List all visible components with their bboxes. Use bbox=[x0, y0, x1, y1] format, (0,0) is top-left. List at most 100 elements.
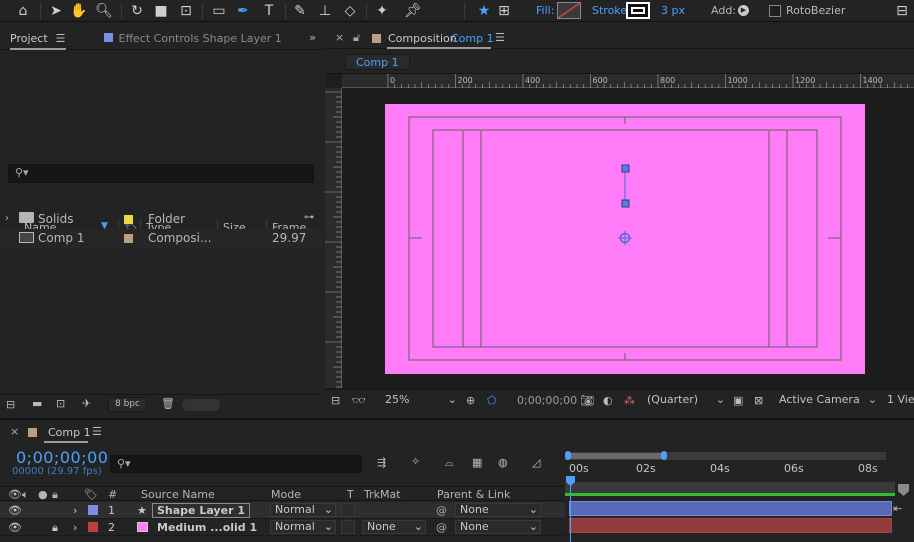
camera-dropdown[interactable]: Active Camera ⌄ bbox=[775, 393, 879, 409]
motion-blur-icon[interactable]: ◍ bbox=[498, 456, 508, 469]
time-navigator[interactable] bbox=[567, 453, 663, 459]
expand-arrow-icon[interactable]: › bbox=[73, 504, 77, 517]
stroke-swatch[interactable] bbox=[626, 2, 650, 19]
path-vertex[interactable] bbox=[621, 199, 630, 208]
timeline-search-input[interactable]: ⚲▾ bbox=[110, 455, 362, 473]
layer-bar-medium-solid-1[interactable] bbox=[569, 518, 892, 533]
comp-mini-flowchart-icon[interactable]: ⇶ bbox=[377, 456, 386, 469]
current-time-display[interactable]: 0;00;00;00 bbox=[517, 394, 577, 407]
frame-blending-icon[interactable]: ▦ bbox=[472, 456, 482, 469]
navigator-end-handle[interactable] bbox=[661, 451, 667, 460]
layer-label-swatch[interactable] bbox=[88, 522, 98, 532]
preserve-transparency-box[interactable] bbox=[341, 520, 355, 534]
label-column-icon[interactable]: 🏷︎ bbox=[84, 488, 98, 501]
trash-icon[interactable]: 🗑︎ bbox=[161, 397, 175, 410]
zoom-dropdown[interactable]: 25% ⌄ bbox=[381, 393, 459, 409]
rectangle-tool-icon[interactable]: ▭ bbox=[209, 1, 229, 21]
project-item-solids[interactable]: › Solids Folder ⊶ bbox=[0, 210, 322, 229]
graph-editor-icon[interactable]: ◿ bbox=[532, 456, 540, 469]
home-icon[interactable]: ⌂ bbox=[13, 1, 33, 21]
hand-tool-icon[interactable]: ✋ bbox=[69, 1, 89, 21]
selection-tool-icon[interactable]: ➤ bbox=[46, 1, 66, 21]
tab-effect-controls[interactable]: Effect Controls Shape Layer 1 bbox=[103, 32, 282, 45]
puppet-tool-icon[interactable]: 📌︎ bbox=[403, 1, 423, 21]
composition-viewport[interactable] bbox=[342, 88, 914, 388]
panel-menu-icon[interactable]: ☰ bbox=[56, 32, 66, 45]
timeline-tab[interactable]: Comp 1 bbox=[48, 426, 91, 439]
flowchart-icon[interactable]: ⊶ bbox=[304, 212, 314, 223]
camera-tool-icon[interactable]: ■ bbox=[151, 1, 171, 21]
parent-dropdown[interactable]: None ⌄ bbox=[455, 520, 541, 534]
vr-icon[interactable]: 👓︎ bbox=[352, 394, 366, 407]
new-composition-icon[interactable]: ⊡ bbox=[56, 397, 65, 410]
thumbnail-slider[interactable] bbox=[182, 399, 220, 411]
expand-arrow-icon[interactable]: › bbox=[5, 213, 9, 224]
blend-mode-dropdown[interactable]: Normal ⌄ bbox=[270, 520, 336, 534]
navigator-start-handle[interactable] bbox=[565, 451, 571, 460]
label-swatch[interactable] bbox=[124, 215, 133, 224]
layer-end-icon[interactable]: ⇤ bbox=[893, 502, 902, 515]
path-vertex[interactable] bbox=[621, 164, 630, 173]
star-icon[interactable]: ★ bbox=[474, 1, 494, 21]
column-parent[interactable]: Parent & Link bbox=[437, 488, 510, 501]
transparency-grid-icon[interactable]: ⊠ bbox=[754, 394, 763, 407]
label-swatch[interactable] bbox=[124, 234, 133, 243]
composition-title[interactable]: Composition bbox=[388, 32, 457, 45]
panel-menu-icon[interactable]: ☰ bbox=[495, 31, 505, 44]
always-preview-icon[interactable]: ⊟ bbox=[331, 394, 340, 407]
pickwhip-icon[interactable]: @ bbox=[436, 504, 447, 517]
column-t[interactable]: T bbox=[347, 488, 354, 501]
close-icon[interactable]: × bbox=[335, 31, 344, 44]
preserve-transparency-box[interactable] bbox=[341, 503, 355, 517]
snapshot-icon[interactable]: 📷︎ bbox=[580, 394, 594, 407]
pickwhip-icon[interactable]: @ bbox=[436, 521, 447, 534]
add-menu-icon[interactable]: ▶ bbox=[738, 5, 749, 16]
show-snapshot-icon[interactable]: ◐ bbox=[603, 394, 613, 407]
fit-icon[interactable]: ⊕ bbox=[466, 394, 475, 407]
resolution-dropdown[interactable]: (Quarter) ⌄ bbox=[643, 393, 727, 409]
lock-icon[interactable]: 🔒︎ bbox=[52, 521, 58, 535]
shy-layers-icon[interactable]: ⌓ bbox=[445, 456, 454, 470]
layer-row-medium-solid-1[interactable]: 👁︎ 🔒︎ › 2 Medium ...olid 1 Normal ⌄ None ⌄… bbox=[0, 519, 565, 536]
lock-icon[interactable]: 🔓︎ bbox=[353, 31, 360, 45]
timeline-graph[interactable]: 00s 02s 04s 06s 08s ⇤ bbox=[565, 448, 914, 542]
panel-overflow-icon[interactable]: » bbox=[309, 31, 316, 44]
interpret-footage-icon[interactable]: ⊟ bbox=[6, 398, 15, 411]
work-area-range[interactable] bbox=[565, 482, 895, 496]
pan-behind-tool-icon[interactable]: ⊡ bbox=[176, 1, 196, 21]
views-dropdown[interactable]: 1 Vie bbox=[883, 393, 914, 409]
eye-icon[interactable]: 👁︎ bbox=[8, 504, 22, 517]
video-switch-icon[interactable]: 👁︎ bbox=[8, 488, 22, 501]
blend-mode-dropdown[interactable]: Normal ⌄ bbox=[270, 503, 336, 517]
close-icon[interactable]: × bbox=[10, 425, 19, 438]
draft-3d-icon[interactable]: ✧ bbox=[411, 455, 420, 468]
new-folder-icon[interactable]: ▬ bbox=[32, 397, 42, 410]
work-area-end-icon[interactable] bbox=[898, 484, 909, 496]
layer-bar-shape-layer-1[interactable] bbox=[569, 501, 892, 516]
clone-stamp-tool-icon[interactable]: ⊥ bbox=[315, 1, 335, 21]
layer-name[interactable]: Shape Layer 1 bbox=[152, 503, 250, 518]
eye-icon[interactable]: 👁︎ bbox=[8, 521, 22, 534]
tab-project[interactable]: Project bbox=[10, 32, 48, 45]
workspace-menu-icon[interactable]: ⊟ bbox=[892, 1, 912, 21]
rotate-tool-icon[interactable]: ↻ bbox=[127, 1, 147, 21]
bit-depth-button[interactable]: 8 bpc bbox=[108, 397, 147, 412]
dynamic-link-icon[interactable]: ✈ bbox=[82, 397, 91, 410]
pen-tool-icon[interactable]: ✒ bbox=[233, 1, 253, 21]
comp-breadcrumb[interactable]: Comp 1 bbox=[345, 54, 410, 70]
project-item-comp-1[interactable]: Comp 1 Composi... 29.97 bbox=[0, 229, 322, 248]
type-tool-icon[interactable]: T bbox=[259, 1, 279, 21]
channel-icon[interactable]: ⁂ bbox=[624, 394, 635, 407]
align-icon[interactable]: ⊞ bbox=[494, 1, 514, 21]
column-source-name[interactable]: Source Name bbox=[141, 488, 215, 501]
composition-canvas[interactable] bbox=[342, 88, 914, 388]
fill-swatch[interactable] bbox=[557, 2, 581, 19]
layer-row-shape-layer-1[interactable]: 👁︎ › 1 ★ Shape Layer 1 Normal ⌄ @ None ⌄ bbox=[0, 502, 565, 519]
zoom-tool-icon[interactable]: 🔍︎ bbox=[94, 1, 114, 21]
solo-switch-icon[interactable]: ● bbox=[38, 488, 48, 501]
project-search-input[interactable]: ⚲▾ bbox=[8, 164, 314, 183]
audio-switch-icon[interactable]: 🔈︎ bbox=[22, 488, 29, 502]
mask-visibility-icon[interactable]: ⬠ bbox=[487, 394, 497, 407]
parent-dropdown[interactable]: None ⌄ bbox=[455, 503, 541, 517]
rotobezier-checkbox[interactable] bbox=[769, 5, 781, 17]
